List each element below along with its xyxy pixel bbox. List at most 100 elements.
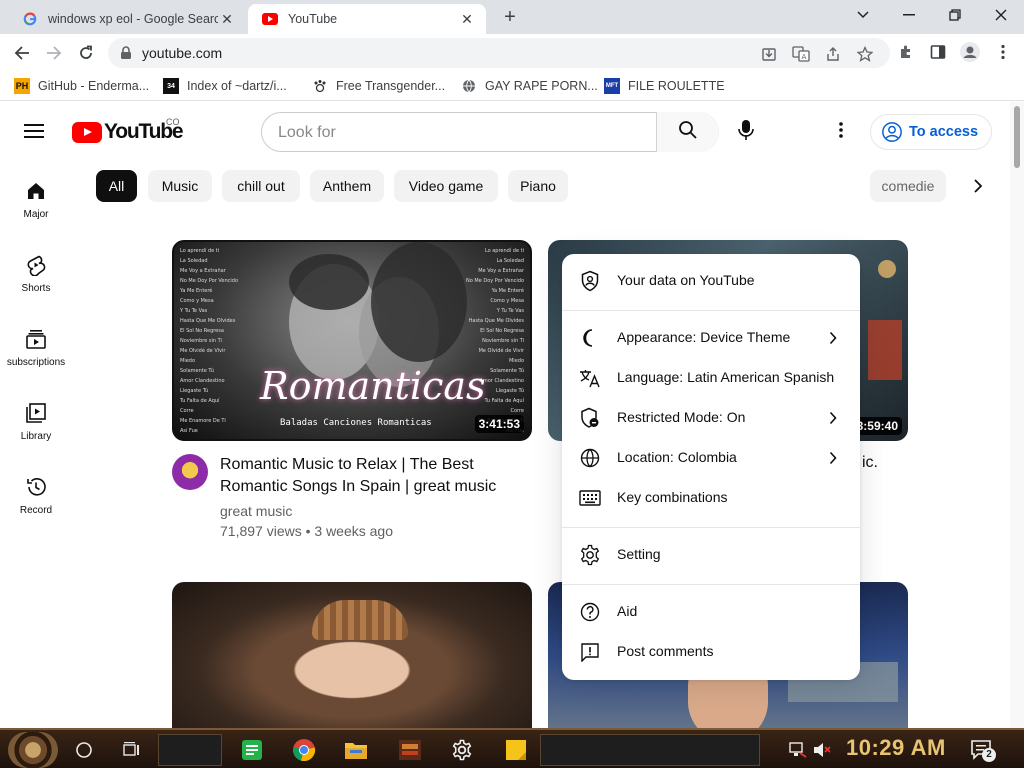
chip-comedie[interactable]: comedie [870,170,946,202]
home-icon [24,179,48,203]
search-button[interactable] [656,112,719,152]
menu-item-label: Setting [617,546,661,562]
svg-text:Me Voy a Extrañar: Me Voy a Extrañar [478,268,525,274]
browser-menu-icon[interactable] [993,42,1013,62]
close-tab-icon[interactable]: ✕ [218,10,236,28]
menu-item-your-data[interactable]: Your data on YouTube [562,261,860,301]
chip-all[interactable]: All [96,170,137,202]
taskbar: 10:29 AM 2 [0,728,1024,768]
guide-item-subscriptions[interactable]: subscriptions [0,314,72,388]
notification-count: 2 [982,748,996,762]
bookmark-globe[interactable]: GAY RAPE PORN... [461,77,598,95]
bookmark-index[interactable]: 34 Index of ~dartz/i... [163,77,287,95]
notification-center-icon[interactable]: 2 [968,736,996,764]
menu-item-send-feedback[interactable]: Post comments [562,632,860,672]
guide-item-library[interactable]: Library [0,388,72,462]
forward-button[interactable] [41,40,67,66]
share-icon[interactable] [824,45,842,63]
media-app-icon[interactable] [396,736,424,764]
search-circle-icon[interactable] [70,736,98,764]
help-icon [578,600,602,624]
menu-item-appearance[interactable]: Appearance: Device Theme [562,318,860,358]
chip-video-game[interactable]: Video game [394,170,498,202]
guide-item-home[interactable]: Major [0,166,72,240]
scrollbar-thumb[interactable] [1014,106,1020,168]
restore-button[interactable] [932,0,978,30]
shorts-icon [24,253,48,277]
bookmark-github[interactable]: PH GitHub - Enderma... [14,77,149,95]
bookmark-label: FILE ROULETTE [628,79,725,93]
tab-youtube[interactable]: YouTube ✕ [248,4,486,34]
chip-anthem[interactable]: Anthem [310,170,384,202]
search-input[interactable] [278,122,648,144]
channel-avatar[interactable] [172,454,208,490]
sign-in-label: To access [909,124,979,140]
sign-in-button[interactable]: To access [870,114,992,150]
page-scrollbar[interactable] [1010,102,1024,728]
svg-text:La Soledad: La Soledad [496,258,524,264]
sticky-notes-icon[interactable] [502,736,530,764]
menu-item-keyboard-shortcuts[interactable]: Key combinations [562,478,860,518]
tab-google-search[interactable]: windows xp eol - Google Search ✕ [8,4,246,34]
file-explorer-icon[interactable] [342,736,370,764]
install-icon[interactable] [760,45,778,63]
chip-music[interactable]: Music [148,170,212,202]
chip-chill-out[interactable]: chill out [222,170,300,202]
guide-label: Major [23,209,49,220]
extensions-icon[interactable] [896,42,916,62]
account-circle-icon [882,122,902,142]
lock-icon[interactable] [120,46,132,65]
menu-item-language[interactable]: Language: Latin American Spanish [562,358,860,398]
chips-next-button[interactable] [966,176,990,200]
bookmark-free[interactable]: Free Transgender... [312,77,445,95]
svg-text:A: A [802,53,807,61]
menu-divider [562,527,860,528]
side-panel-icon[interactable] [928,42,948,62]
svg-text:Lo aprendí de ti: Lo aprendí de ti [180,247,219,254]
video-thumbnail[interactable] [172,582,532,728]
close-window-button[interactable] [978,0,1024,30]
thumbnail-subtitle: Baladas Canciones Romanticas [280,418,432,428]
close-tab-icon[interactable]: ✕ [458,10,476,28]
youtube-logo[interactable]: YouTube CO [72,117,184,144]
minimize-button[interactable] [886,0,932,30]
bookmark-label: GitHub - Enderma... [38,79,150,93]
menu-item-settings[interactable]: Setting [562,535,860,575]
menu-item-help[interactable]: Aid [562,592,860,632]
bookmark-file-roulette[interactable]: MFT FILE ROULETTE [604,77,725,95]
video-title[interactable]: ic. [862,454,878,472]
address-bar[interactable]: youtube.com A [108,38,890,68]
translate-icon[interactable]: A [792,45,810,63]
svg-text:No Me Doy Por Vencido: No Me Doy Por Vencido [180,278,238,284]
menu-item-location[interactable]: Location: Colombia [562,438,860,478]
settings-gear-icon[interactable] [448,736,476,764]
bookmark-star-icon[interactable] [856,45,874,63]
tab-search-icon[interactable] [840,0,886,30]
back-button[interactable] [9,40,35,66]
start-button[interactable] [8,732,58,768]
notes-app-icon[interactable] [238,736,266,764]
settings-menu-button[interactable] [830,120,852,144]
taskbar-clock[interactable]: 10:29 AM [846,735,946,761]
menu-item-restricted-mode[interactable]: Restricted Mode: On [562,398,860,438]
channel-name[interactable]: great music [220,503,292,519]
svg-text:Lo aprendí de ti: Lo aprendí de ti [485,247,524,254]
video-title[interactable]: Romantic Music to Relax | The Best Roman… [220,454,520,498]
chip-piano[interactable]: Piano [508,170,568,202]
new-tab-button[interactable]: + [498,6,522,30]
svg-text:Y Tu Te Vas: Y Tu Te Vas [179,308,208,314]
guide-item-history[interactable]: Record [0,462,72,536]
settings-menu: Your data on YouTube Appearance: Device … [562,254,860,680]
task-view-icon[interactable] [117,736,145,764]
bookmarks-bar: PH GitHub - Enderma... 34 Index of ~dart… [0,71,1024,101]
profile-icon[interactable] [960,42,980,62]
voice-search-button[interactable] [734,119,758,144]
menu-item-label: Key combinations [617,489,728,505]
volume-muted-icon[interactable] [808,736,836,764]
thumbnail-object [868,320,902,380]
reload-button[interactable] [73,40,99,66]
chrome-icon[interactable] [290,736,318,764]
hamburger-menu-icon[interactable] [24,122,48,142]
guide-item-shorts[interactable]: Shorts [0,240,72,314]
video-thumbnail[interactable]: Lo aprendí de ti La Soledad Me Voy a Extra… [172,240,532,441]
